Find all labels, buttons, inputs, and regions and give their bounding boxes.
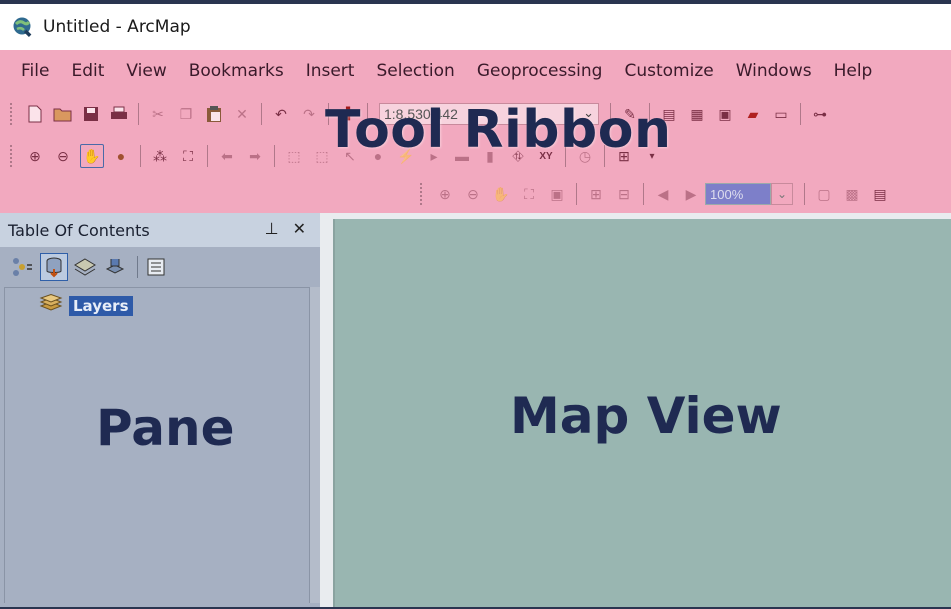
toolbar-grip[interactable] bbox=[10, 103, 15, 125]
toolbar-separator bbox=[576, 183, 577, 205]
menu-insert[interactable]: Insert bbox=[295, 61, 366, 81]
zoom-whole-page-icon[interactable]: ⛶ bbox=[518, 183, 540, 205]
pane-label: Pane bbox=[96, 399, 235, 457]
layers-stack-icon bbox=[39, 293, 63, 317]
close-icon[interactable]: ✕ bbox=[293, 219, 306, 239]
toolbar-separator bbox=[138, 103, 139, 125]
pan-hand-icon[interactable]: ✋ bbox=[80, 144, 104, 168]
layout-zoom-in-icon[interactable]: ⊕ bbox=[434, 183, 456, 205]
new-document-icon[interactable] bbox=[24, 103, 46, 125]
modelbuilder-icon[interactable]: ⊶ bbox=[809, 103, 831, 125]
table-of-contents-pane: Table Of Contents ⊥ ✕ Layers Pane bbox=[0, 213, 320, 607]
menu-help[interactable]: Help bbox=[823, 61, 884, 81]
layout-zoom-out-icon[interactable]: ⊖ bbox=[462, 183, 484, 205]
list-by-drawing-order-icon[interactable] bbox=[10, 254, 36, 280]
menu-windows[interactable]: Windows bbox=[725, 61, 823, 81]
menu-edit[interactable]: Edit bbox=[60, 61, 115, 81]
toolbar-separator bbox=[643, 183, 644, 205]
pane-scrollbar[interactable] bbox=[310, 287, 320, 603]
redo-icon[interactable]: ↷ bbox=[298, 103, 320, 125]
arcmap-window: Untitled - ArcMap File Edit View Bookmar… bbox=[0, 4, 951, 607]
map-frame: Map View bbox=[320, 213, 951, 607]
toolbar-separator bbox=[207, 145, 208, 167]
menu-selection[interactable]: Selection bbox=[365, 61, 465, 81]
zoom-100-icon[interactable]: ▣ bbox=[546, 183, 568, 205]
copy-icon[interactable]: ❐ bbox=[175, 103, 197, 125]
title-bar: Untitled - ArcMap bbox=[0, 4, 951, 50]
focus-data-frame-icon[interactable]: ▩ bbox=[841, 183, 863, 205]
tree-item-label[interactable]: Layers bbox=[69, 295, 133, 316]
fixed-zoom-out-icon[interactable]: ⛶ bbox=[177, 145, 199, 167]
menu-file[interactable]: File bbox=[10, 61, 60, 81]
toggle-draft-mode-icon[interactable]: ▢ bbox=[813, 183, 835, 205]
list-by-selection-icon[interactable] bbox=[102, 254, 128, 280]
paste-icon[interactable] bbox=[203, 103, 225, 125]
zoom-out-icon[interactable]: ⊖ bbox=[52, 145, 74, 167]
options-list-icon[interactable] bbox=[143, 254, 169, 280]
toolbar-separator bbox=[261, 103, 262, 125]
layout-forward-icon[interactable]: ▶ bbox=[680, 183, 702, 205]
layout-back-icon[interactable]: ◀ bbox=[652, 183, 674, 205]
arcmap-globe-icon bbox=[12, 16, 34, 38]
forward-extent-icon[interactable]: ➡ bbox=[244, 145, 266, 167]
menu-geoprocessing[interactable]: Geoprocessing bbox=[466, 61, 614, 81]
toolbar-grip[interactable] bbox=[10, 145, 15, 167]
chevron-down-icon[interactable]: ⌄ bbox=[771, 183, 793, 205]
delete-icon[interactable]: ✕ bbox=[231, 103, 253, 125]
arctoolbox-icon[interactable]: ▰ bbox=[742, 103, 764, 125]
toolbar-separator bbox=[804, 183, 805, 205]
back-extent-icon[interactable]: ⬅ bbox=[216, 145, 238, 167]
map-view[interactable]: Map View bbox=[333, 219, 951, 607]
search-window-icon[interactable]: ▣ bbox=[714, 103, 736, 125]
fixed-zoom-in-icon[interactable]: ⁂ bbox=[149, 145, 171, 167]
list-by-source-icon[interactable] bbox=[40, 253, 68, 281]
layout-pan-icon[interactable]: ✋ bbox=[490, 183, 512, 205]
full-extent-globe-icon[interactable]: ● bbox=[110, 145, 132, 167]
toolbar-separator bbox=[274, 145, 275, 167]
list-by-visibility-icon[interactable] bbox=[72, 254, 98, 280]
pin-icon[interactable]: ⊥ bbox=[265, 219, 279, 239]
toolbar-grip[interactable] bbox=[420, 183, 425, 205]
pane-toolbar-separator bbox=[137, 256, 138, 278]
tool-ribbon: File Edit View Bookmarks Insert Selectio… bbox=[0, 50, 951, 213]
toolbar-separator bbox=[140, 145, 141, 167]
catalog-window-icon[interactable]: ▦ bbox=[686, 103, 708, 125]
map-view-label: Map View bbox=[510, 387, 782, 445]
pane-header: Table Of Contents ⊥ ✕ bbox=[0, 213, 320, 247]
layout-toolbar: ⊕ ⊖ ✋ ⛶ ▣ ⊞ ⊟ ◀ ▶ 100% ⌄ ▢ ▩ ▤ bbox=[414, 177, 894, 211]
pane-toolbar bbox=[0, 247, 320, 287]
tool-ribbon-label: Tool Ribbon bbox=[325, 100, 672, 160]
menu-customize[interactable]: Customize bbox=[613, 61, 724, 81]
fixed-zoom-out-layout-icon[interactable]: ⊟ bbox=[613, 183, 635, 205]
menu-view[interactable]: View bbox=[115, 61, 177, 81]
change-layout-icon[interactable]: ▤ bbox=[869, 183, 891, 205]
open-folder-icon[interactable] bbox=[52, 103, 74, 125]
toolbar-separator bbox=[800, 103, 801, 125]
fixed-zoom-in-layout-icon[interactable]: ⊞ bbox=[585, 183, 607, 205]
zoom-in-icon[interactable]: ⊕ bbox=[24, 145, 46, 167]
python-window-icon[interactable]: ▭ bbox=[770, 103, 792, 125]
save-icon[interactable] bbox=[80, 103, 102, 125]
menu-bar: File Edit View Bookmarks Insert Selectio… bbox=[0, 50, 951, 92]
menu-bookmarks[interactable]: Bookmarks bbox=[178, 61, 295, 81]
window-title: Untitled - ArcMap bbox=[43, 17, 191, 37]
select-features-icon[interactable]: ⬚ bbox=[283, 145, 305, 167]
print-icon[interactable] bbox=[108, 103, 130, 125]
layout-zoom-field[interactable]: 100% bbox=[705, 183, 771, 205]
cut-icon[interactable]: ✂ bbox=[147, 103, 169, 125]
pane-title: Table Of Contents bbox=[8, 220, 150, 240]
undo-icon[interactable]: ↶ bbox=[270, 103, 292, 125]
tree-item-layers[interactable]: Layers bbox=[39, 293, 133, 317]
